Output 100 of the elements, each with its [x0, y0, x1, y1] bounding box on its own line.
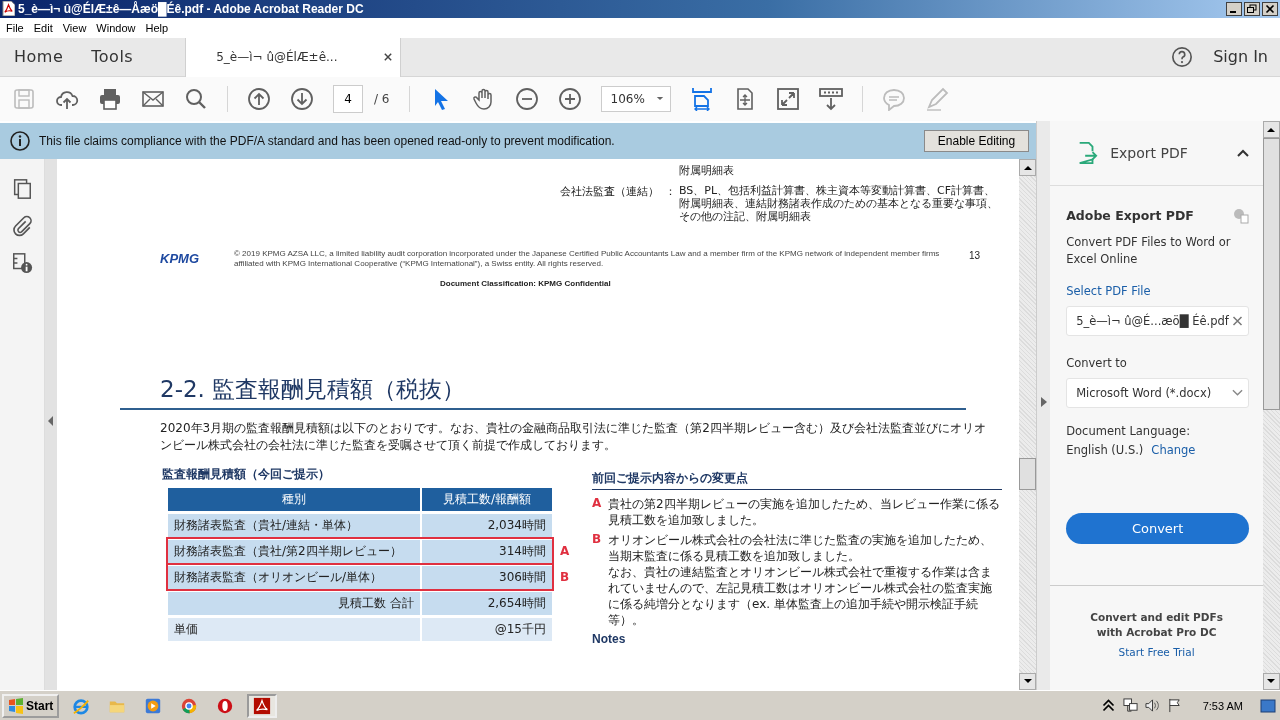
expand-arrow-icon[interactable]	[1041, 397, 1048, 408]
zoom-out-icon[interactable]	[514, 86, 539, 111]
scroll-thumb[interactable]	[1019, 457, 1037, 490]
column-header: 見積工数/報酬額	[422, 487, 552, 511]
panel-description: Convert PDF Files to Word or Excel Online	[1066, 233, 1232, 268]
scrollbar[interactable]	[1019, 158, 1037, 691]
menu-item[interactable]: File	[2, 19, 28, 36]
sign-in-link[interactable]: Sign In	[1213, 47, 1268, 67]
scroll-down-icon[interactable]	[1267, 679, 1276, 685]
promo-text: Convert and edit PDFs with Acrobat Pro DC	[1089, 609, 1224, 640]
document-text: 附属明細表、連結財務諸表作成のための基本となる重要な事項、	[679, 196, 998, 210]
menu-item[interactable]: View	[58, 19, 91, 36]
intro-paragraph: 2020年3月期の監査報酬見積額は以下のとおりです。なお、貴社の金融商品取引法に準じた監査（第2四半期レビュー含む）及び会社法監査並びにオリオンビール株式会社の会社法に準じた監査を受嘱させて頂く前提で作成しております。	[160, 419, 987, 454]
zoom-in-icon[interactable]	[557, 86, 582, 111]
chevron-icon[interactable]	[1237, 148, 1249, 157]
table-cell: 見積工数 合計	[168, 591, 420, 615]
document-info-icon[interactable]	[11, 250, 33, 275]
help-icon[interactable]	[1171, 45, 1194, 68]
table-cell: 2,034時間	[422, 513, 552, 537]
clock: 7:53 AM	[1202, 699, 1243, 712]
field-label: Convert to	[1066, 355, 1128, 370]
table-title: 監査報酬見積額（今回ご提示）	[162, 465, 331, 483]
field-label: Document Language:	[1066, 423, 1192, 438]
nav-tab[interactable]: Tools	[77, 37, 148, 76]
flag-icon[interactable]	[1166, 698, 1182, 713]
opera-icon[interactable]	[216, 696, 235, 715]
window-title: 5_è—ì¬ û@ÉlÆ±ê—Åæö█Éê.pdf - Adobe Acrobat Reader DC	[18, 2, 364, 16]
acrobat-icon[interactable]	[253, 696, 272, 715]
change-text: 貴社の第2四半期レビューの実施を追加したため、当レビュー作業に係る見積工数を追加致しました。	[608, 495, 1001, 528]
page-number: 13	[968, 249, 980, 261]
table-cell: 306時間	[422, 565, 552, 589]
free-trial-link[interactable]: Start Free Trial	[1118, 645, 1195, 658]
change-marker: B	[592, 531, 603, 548]
banner-message: This file claims compliance with the PDF/A standard and has been opened read-only to prevent modification.	[39, 133, 615, 148]
minimize-icon[interactable]	[1226, 2, 1242, 16]
table-cell: 財務諸表監査（オリオンビール/単体）	[168, 565, 420, 589]
convert-button[interactable]: Convert	[1066, 512, 1249, 544]
caret-icon	[1232, 387, 1243, 398]
tab-label: 5_è—ì¬ û@ÉlÆ±ê...	[216, 50, 338, 65]
menu-item[interactable]: Help	[141, 19, 173, 36]
legal-notice: affiliated with KPMG International Cooperative (“KPMG International”), a Swiss entity. All rights reserved.	[234, 258, 605, 269]
table-cell: @15千円	[422, 617, 552, 641]
show-desktop-icon[interactable]	[1260, 697, 1276, 714]
menu-item[interactable]: Edit	[29, 19, 57, 36]
chrome-icon[interactable]	[180, 696, 199, 715]
page-number-field[interactable]: 4	[333, 84, 363, 113]
page-scroll-icon[interactable]	[689, 86, 714, 111]
page-count: / 6	[374, 91, 390, 106]
close-icon[interactable]	[1262, 2, 1278, 16]
panel-heading: Adobe Export PDF	[1066, 208, 1194, 224]
zoom-dropdown[interactable]: 106%	[600, 85, 671, 112]
printer-icon[interactable]	[98, 86, 122, 111]
scroll-up-icon[interactable]	[1023, 164, 1032, 170]
scroll-thumb[interactable]	[1263, 137, 1280, 410]
change-text: オリオンビール株式会社の会社法に準じた監査の実施を追加したため、当期末監査に係る見積工数を追加致しました。	[608, 531, 993, 564]
clear-icon[interactable]	[1232, 315, 1243, 326]
collapse-arrow-icon[interactable]	[48, 416, 54, 427]
format-dropdown[interactable]: Microsoft Word (*.docx)	[1066, 377, 1249, 408]
panel-title[interactable]: Export PDF	[1110, 144, 1188, 161]
change-link[interactable]: Change	[1151, 442, 1196, 457]
change-note: なお、貴社の連結監査とオリオンビール株式会社で重複する作業は含まれていませんので、左記見積工数はオリオンビール株式会社の監査実施に係る純増分となります（ex. 単体監査上の追加手続や開示検証手続等）。	[608, 563, 993, 628]
scroll-up-icon[interactable]	[1267, 126, 1276, 132]
search-icon[interactable]	[184, 86, 208, 111]
notes-heading: Notes	[592, 631, 627, 646]
document-tab[interactable]: 5_è—ì¬ û@ÉlÆ±ê...	[185, 37, 402, 77]
scrollbar[interactable]	[1263, 120, 1280, 691]
table-cell: 単価	[168, 617, 420, 641]
info-icon	[10, 130, 30, 151]
globe-document-icon	[1233, 207, 1249, 224]
nav-tab[interactable]: Home	[0, 37, 78, 76]
paperclip-icon[interactable]	[11, 213, 33, 238]
select-file-link[interactable]: Select PDF File	[1066, 283, 1249, 298]
enable-editing-button[interactable]: Enable Editing	[923, 129, 1030, 152]
table-cell: 財務諸表監査（貴社/連結・単体）	[168, 513, 420, 537]
network-icon[interactable]	[1122, 698, 1138, 713]
table-cell: 2,654時間	[422, 591, 552, 615]
fullscreen-icon[interactable]	[775, 86, 800, 111]
document-text: 会社法監査（連結）	[560, 183, 660, 200]
caret-icon	[655, 96, 664, 102]
document-text: その他の注記、附属明細表	[679, 209, 812, 223]
chevron-up-icon[interactable]	[1100, 698, 1116, 713]
row-marker: B	[560, 569, 570, 584]
scroll-down-icon[interactable]	[1023, 679, 1032, 685]
company-logo: KPMG	[160, 250, 200, 266]
windows-logo-icon	[8, 697, 24, 714]
menu-item[interactable]: Window	[92, 19, 140, 36]
start-button[interactable]: Start	[2, 693, 60, 718]
speaker-icon[interactable]	[1144, 698, 1160, 713]
classification-label: Document Classification: KPMG Confidential	[440, 278, 612, 288]
changes-title: 前回ご提示内容からの変更点	[592, 469, 1002, 490]
document-text: BS、PL、包括利益計算書、株主資本等変動計算書、CF計算書、	[679, 183, 997, 197]
restore-icon[interactable]	[1244, 2, 1260, 16]
media-player-icon[interactable]	[144, 696, 163, 715]
document-text: ：	[665, 183, 677, 200]
section-heading: 2-2. 監査報酬見積額（税抜）	[160, 374, 467, 404]
read-mode-icon[interactable]	[818, 86, 843, 111]
close-icon[interactable]	[384, 53, 393, 62]
pdf-file-icon	[2, 1, 15, 17]
file-field[interactable]: 5_è—ì¬ û@É...æö█ Éê.pdf	[1066, 305, 1249, 336]
pages-icon[interactable]	[11, 176, 33, 201]
